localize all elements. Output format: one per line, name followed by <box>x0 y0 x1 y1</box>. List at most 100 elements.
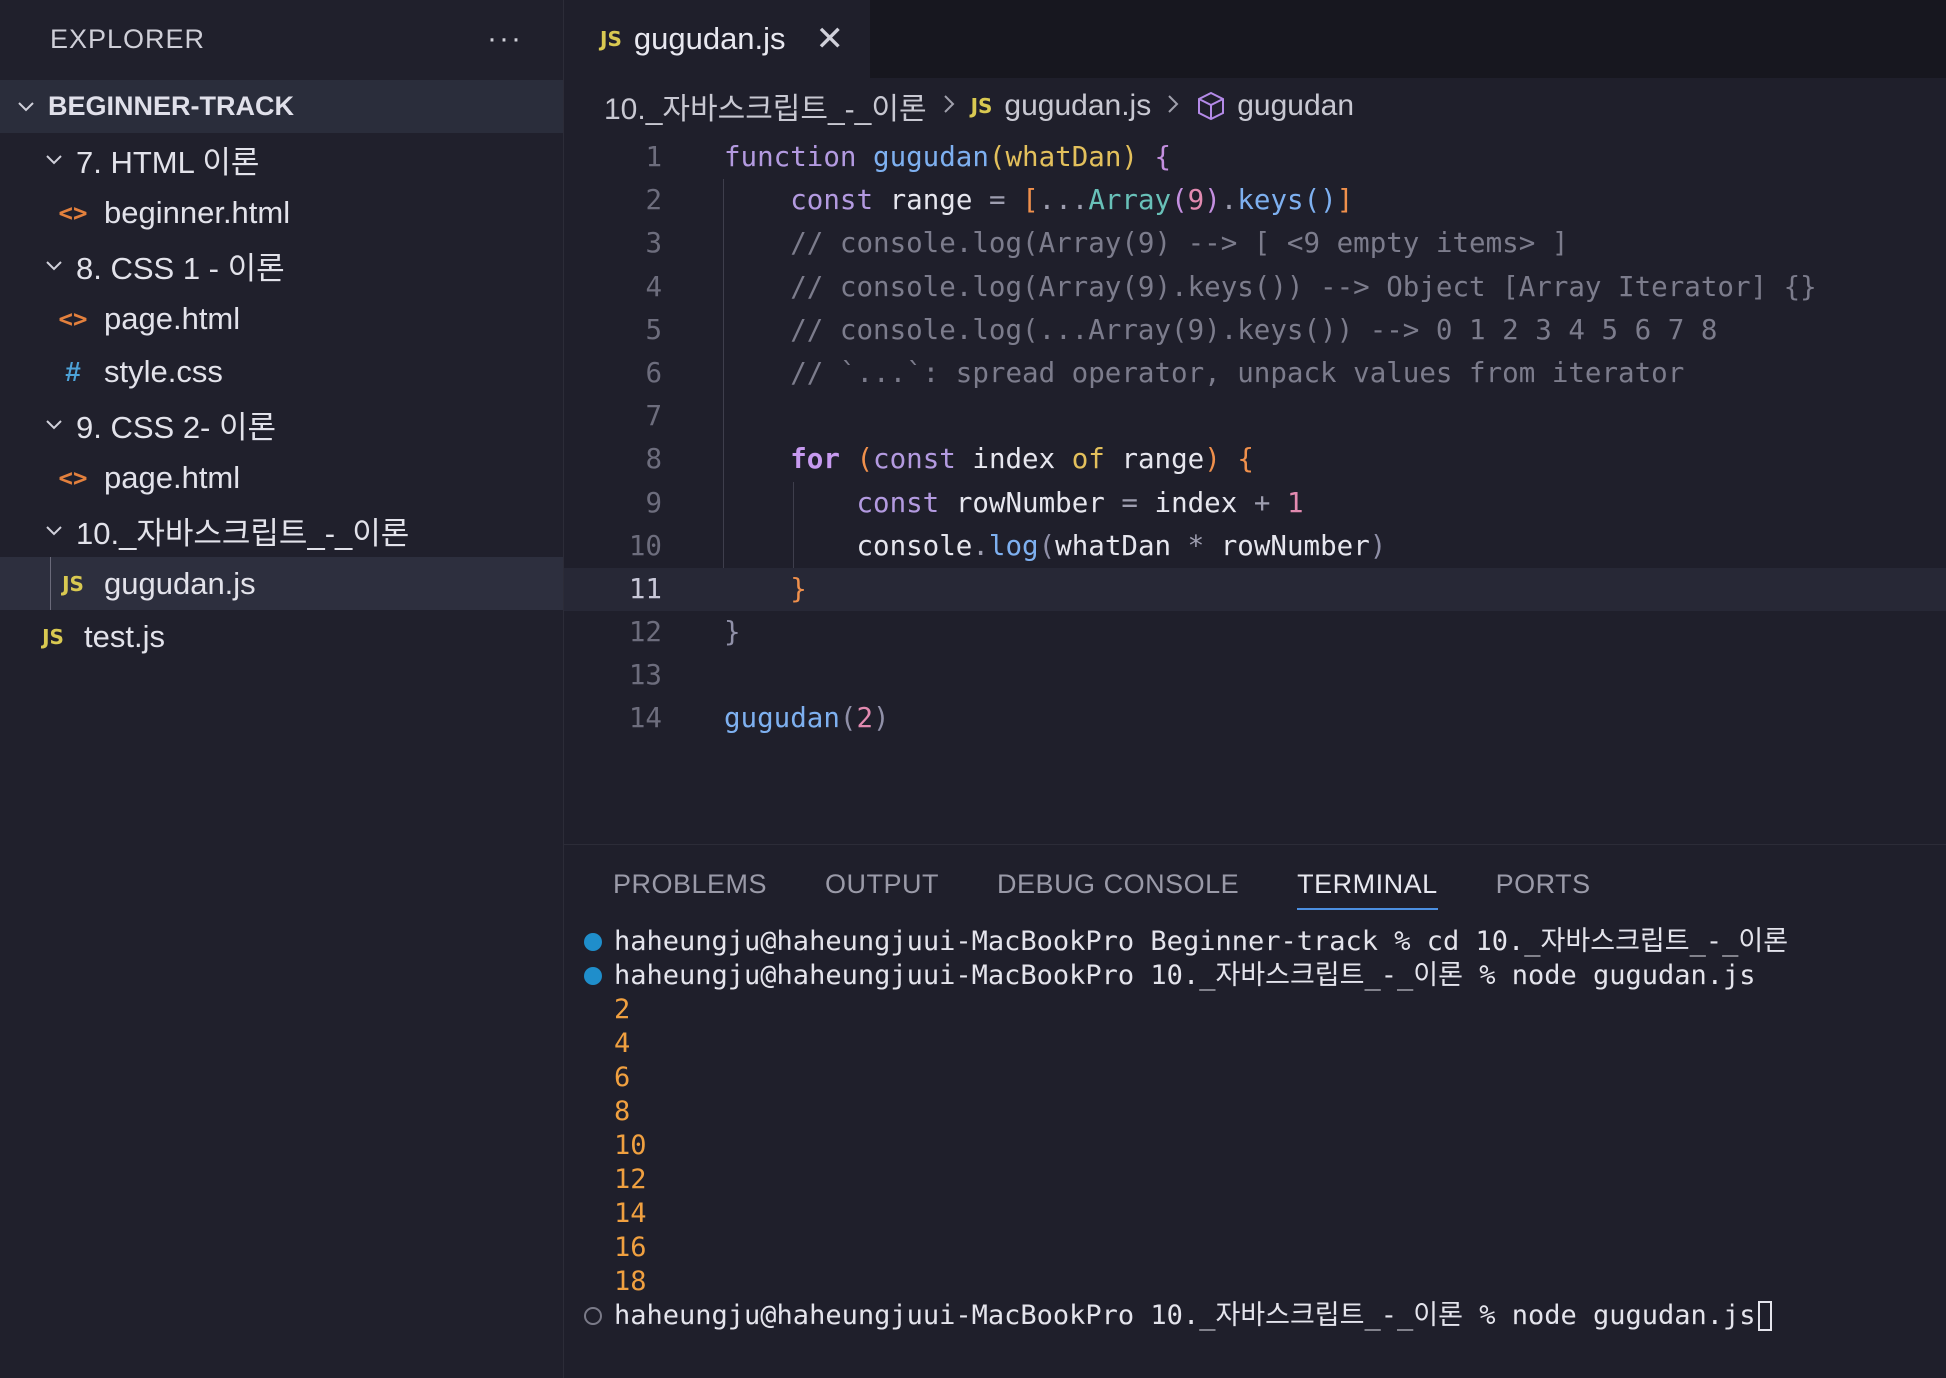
editor-tab-bar: JS gugudan.js ✕ <box>564 0 1946 78</box>
code-editor[interactable]: 1 function gugudan(whatDan) { 2 const ra… <box>564 136 1946 741</box>
tree-file-beginner-html[interactable]: <> beginner.html <box>0 186 563 239</box>
code-text: const rowNumber = index + 1 <box>856 486 1304 519</box>
tree-folder-css2[interactable]: 9. CSS 2- 이론 <box>0 398 563 451</box>
line-number: 1 <box>645 141 662 173</box>
tree-folder-label: 9. CSS 2- 이론 <box>76 410 277 445</box>
tree-folder-label: 10._자바스크립트_-_이론 <box>76 516 410 551</box>
line-number: 2 <box>645 184 662 217</box>
tree-file-page-html-2[interactable]: <> page.html <box>0 451 563 504</box>
code-line: 5 // console.log(...Array(9).keys()) -->… <box>564 309 1946 352</box>
terminal-output: 8 <box>614 1096 631 1127</box>
terminal-output: 16 <box>614 1232 647 1263</box>
chevron-right-icon <box>1165 91 1181 122</box>
line-number: 10 <box>628 529 662 562</box>
chevron-right-icon <box>941 91 957 122</box>
tree-folder-css1[interactable]: 8. CSS 1 - 이론 <box>0 239 563 292</box>
code-comment: // console.log(Array(9) --> [ <9 empty i… <box>724 227 1569 260</box>
code-line: 10 console.log(whatDan * rowNumber) <box>564 525 1946 568</box>
chevron-down-icon <box>44 521 64 541</box>
terminal-output: 2 <box>614 994 631 1025</box>
command-pending-icon <box>584 1307 602 1325</box>
code-line: 3 // console.log(Array(9) --> [ <9 empty… <box>564 222 1946 265</box>
terminal-command-line: haheungju@haheungjuui-MacBookPro Beginne… <box>564 925 1946 959</box>
js-file-icon: JS <box>600 27 622 51</box>
breadcrumb-file[interactable]: gugudan.js <box>1004 89 1151 123</box>
line-number: 4 <box>645 270 662 303</box>
tree-root-folder[interactable]: BEGINNER-TRACK <box>0 80 563 133</box>
command-status-icon <box>584 967 602 985</box>
tree-root-label: BEGINNER-TRACK <box>48 91 294 121</box>
explorer-sidebar: EXPLORER ··· BEGINNER-TRACK 7. HTML 이론 <… <box>0 0 564 1378</box>
terminal-output: 10 <box>614 1130 647 1161</box>
code-comment: // console.log(...Array(9).keys()) --> 0… <box>724 313 1718 346</box>
tab-gugudan-js[interactable]: JS gugudan.js ✕ <box>564 0 870 78</box>
chevron-down-icon <box>44 150 64 170</box>
tree-file-label: beginner.html <box>104 194 291 230</box>
code-text: const range = [...Array(9).keys()] <box>790 184 1354 217</box>
terminal-output-line: 16 <box>564 1231 1946 1265</box>
close-icon[interactable]: ✕ <box>816 19 845 59</box>
terminal-output-line: 10 <box>564 1129 1946 1163</box>
code-line: 9 const rowNumber = index + 1 <box>564 482 1946 525</box>
explorer-title: EXPLORER <box>50 23 206 54</box>
code-line: 14 gugudan(2) <box>564 697 1946 740</box>
terminal-output: 18 <box>614 1266 647 1297</box>
terminal-prompt-line[interactable]: haheungju@haheungjuui-MacBookPro 10._자바스… <box>564 1299 1946 1333</box>
tab-debug-console[interactable]: DEBUG CONSOLE <box>997 859 1239 910</box>
code-comment: // console.log(Array(9).keys()) --> Obje… <box>724 270 1817 303</box>
tree-file-label: style.css <box>104 353 223 389</box>
explorer-header: EXPLORER ··· <box>0 0 563 78</box>
terminal-output-line: 14 <box>564 1197 1946 1231</box>
line-number: 11 <box>628 572 662 605</box>
tree-file-test-js[interactable]: JS test.js <box>0 610 563 663</box>
terminal[interactable]: haheungju@haheungjuui-MacBookPro Beginne… <box>564 923 1946 1333</box>
code-line: 12 } <box>564 611 1946 654</box>
code-line: 2 const range = [...Array(9).keys()] <box>564 179 1946 222</box>
chevron-down-icon <box>16 97 36 117</box>
line-number: 14 <box>628 702 662 735</box>
line-number: 6 <box>645 356 662 389</box>
terminal-output: 12 <box>614 1164 647 1195</box>
chevron-down-icon <box>44 256 64 276</box>
code-line: 6 // `...`: spread operator, unpack valu… <box>564 352 1946 395</box>
terminal-output-line: 18 <box>564 1265 1946 1299</box>
tab-terminal[interactable]: TERMINAL <box>1297 859 1438 910</box>
tab-label: gugudan.js <box>633 21 786 56</box>
tab-output[interactable]: OUTPUT <box>825 859 939 910</box>
line-number: 7 <box>645 400 662 433</box>
js-file-icon: JS <box>42 624 64 649</box>
html-file-icon: <> <box>58 463 88 492</box>
breadcrumb-folder[interactable]: 10._자바스크립트_-_이론 <box>604 84 927 128</box>
bottom-panel: PROBLEMS OUTPUT DEBUG CONSOLE TERMINAL P… <box>564 844 1946 1378</box>
line-number: 5 <box>645 313 662 346</box>
css-file-icon: # <box>65 355 81 387</box>
terminal-output: 4 <box>614 1028 631 1059</box>
breadcrumb: 10._자바스크립트_-_이론 JS gugudan.js gugudan <box>564 78 1946 134</box>
terminal-cursor <box>1757 1301 1772 1331</box>
breadcrumb-symbol[interactable]: gugudan <box>1237 89 1354 123</box>
line-number: 9 <box>645 486 662 519</box>
terminal-output-line: 6 <box>564 1061 1946 1095</box>
tree-file-page-html[interactable]: <> page.html <box>0 292 563 345</box>
tree-file-label: gugudan.js <box>104 565 256 601</box>
html-file-icon: <> <box>58 198 88 227</box>
tree-file-style-css[interactable]: # style.css <box>0 345 563 398</box>
code-text: gugudan(2) <box>724 702 890 735</box>
tab-problems[interactable]: PROBLEMS <box>613 859 767 910</box>
line-number: 3 <box>645 227 662 260</box>
indent-guide <box>50 557 51 610</box>
terminal-output-line: 2 <box>564 993 1946 1027</box>
tree-file-gugudan-js[interactable]: JS gugudan.js <box>0 557 563 610</box>
tab-ports[interactable]: PORTS <box>1496 859 1591 910</box>
editor-area: JS gugudan.js ✕ 10._자바스크립트_-_이론 JS gugud… <box>564 0 1946 844</box>
command-status-icon <box>584 933 602 951</box>
tree-file-label: page.html <box>104 459 241 495</box>
terminal-command-line: haheungju@haheungjuui-MacBookPro 10._자바스… <box>564 959 1946 993</box>
tree-folder-javascript[interactable]: 10._자바스크립트_-_이론 <box>0 504 563 557</box>
tree-folder-html[interactable]: 7. HTML 이론 <box>0 133 563 186</box>
tree-file-label: page.html <box>104 300 241 336</box>
more-actions-icon[interactable]: ··· <box>487 22 523 56</box>
code-text: } <box>790 572 807 605</box>
code-line: 7 <box>564 395 1946 438</box>
